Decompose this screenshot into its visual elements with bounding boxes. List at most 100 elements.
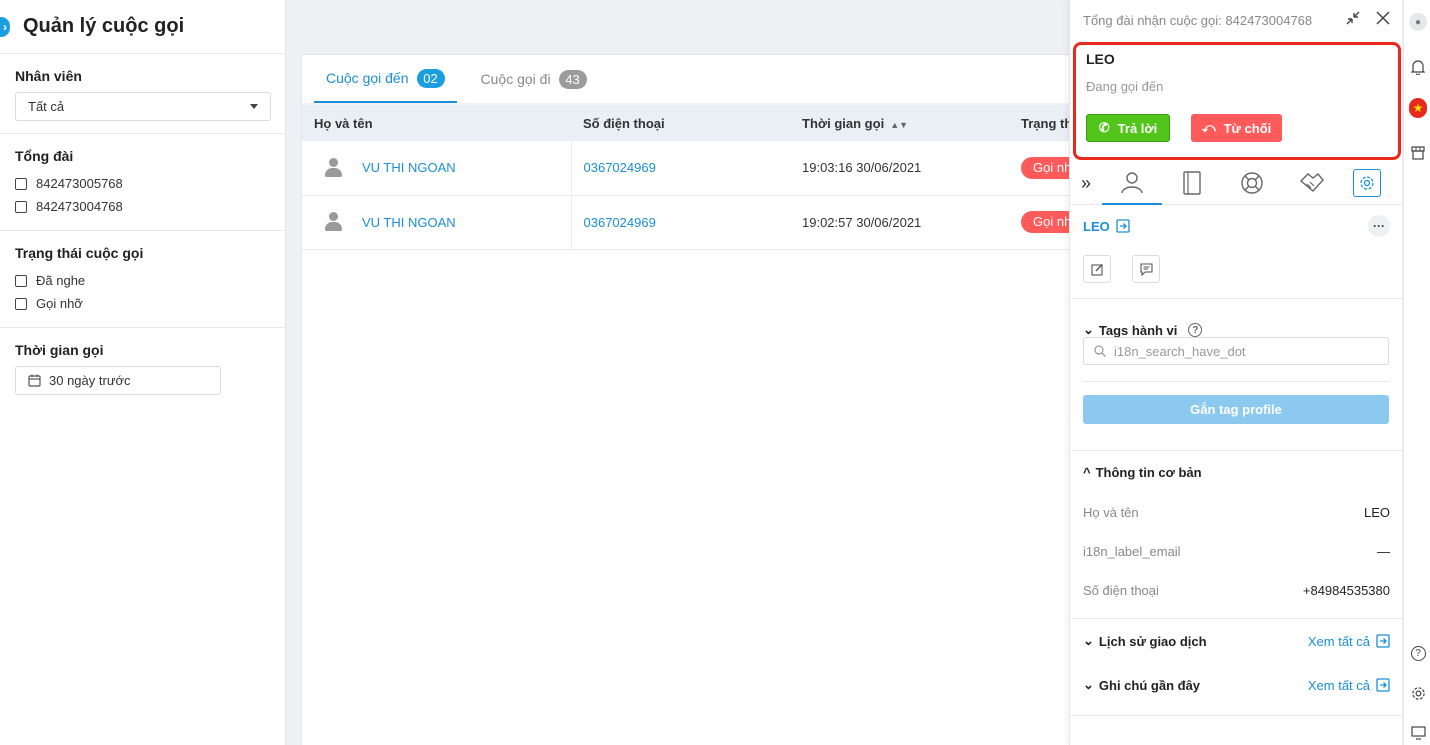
help-icon[interactable]: ? — [1188, 323, 1203, 337]
switchboard-header: Tổng đài nhận cuộc gọi: 842473004768 — [1083, 12, 1313, 28]
support-tab-icon[interactable] — [1222, 162, 1282, 205]
expand-icon[interactable]: » — [1070, 162, 1102, 205]
caret-down-icon — [250, 104, 258, 109]
column-header-sortable[interactable]: Thời gian gọi ▲▼ — [790, 105, 1009, 141]
info-key: Họ và tên — [1083, 505, 1139, 520]
checkbox[interactable] — [15, 200, 27, 213]
checkbox[interactable] — [15, 274, 27, 287]
more-options-icon[interactable]: ··· — [1368, 215, 1390, 237]
chevron-down-icon: ⌄ — [1083, 633, 1094, 648]
notes-title: Ghi chú gần đây — [1098, 677, 1201, 693]
call-tabs: Cuộc gọi đến 02 Cuộc gọi đi 43 — [302, 55, 1100, 103]
profile-tab-icon[interactable] — [1102, 162, 1162, 205]
history-toggle[interactable]: ⌄ Lịch sử giao dịch — [1083, 633, 1207, 649]
checkbox[interactable] — [15, 177, 27, 190]
column-header: Họ và tên — [302, 105, 571, 141]
avatar-icon — [324, 157, 342, 178]
status-option-label: Đã nghe — [36, 273, 86, 288]
bell-icon[interactable] — [1409, 58, 1427, 76]
employee-select[interactable]: Tất cả — [15, 92, 271, 121]
checkbox[interactable] — [15, 297, 27, 310]
info-row: Số điện thoại +84984535380 — [1070, 571, 1403, 610]
comment-icon[interactable] — [1132, 255, 1160, 283]
call-panel: Tổng đài nhận cuộc gọi: 842473004768 LEO… — [1069, 0, 1403, 745]
profile-name-link[interactable]: LEO — [1083, 219, 1110, 234]
store-icon[interactable] — [1409, 144, 1427, 162]
view-all-label: Xem tất cả — [1307, 633, 1370, 649]
status-option[interactable]: Gọi nhỡ — [15, 292, 271, 315]
switchboard-option[interactable]: 842473004768 — [15, 195, 271, 218]
settings-gear-icon[interactable] — [1409, 684, 1427, 702]
notebook-tab-icon[interactable] — [1162, 162, 1222, 205]
table-header-row: Họ và tên Số điện thoại Thời gian gọi ▲▼ … — [302, 105, 1102, 141]
call-status-filter: Trạng thái cuộc gọi Đã nghe Gọi nhỡ — [0, 231, 285, 328]
call-time-filter: Thời gian gọi 30 ngày trước — [0, 328, 285, 407]
call-panel-header: Tổng đài nhận cuộc gọi: 842473004768 — [1070, 0, 1402, 40]
tab-label: Cuộc gọi đi — [480, 71, 551, 87]
reject-button[interactable]: ⤺ Từ chối — [1191, 114, 1282, 142]
sort-icon[interactable]: ▲▼ — [890, 120, 908, 130]
settings-tab[interactable] — [1342, 162, 1392, 205]
phone-link[interactable]: 0367024969 — [584, 160, 656, 175]
notes-view-all-link[interactable]: Xem tất cả — [1308, 678, 1390, 693]
history-title: Lịch sử giao dịch — [1098, 633, 1207, 649]
count-badge: 02 — [416, 68, 445, 88]
reject-label: Từ chối — [1223, 120, 1272, 136]
phone-cell: 0367024969 — [571, 141, 790, 196]
gear-icon[interactable] — [1353, 169, 1381, 197]
monitor-icon[interactable] — [1409, 724, 1427, 742]
tab-label: Cuộc gọi đến — [326, 70, 409, 86]
page-title: Quản lý cuộc gọi — [23, 15, 185, 37]
info-value: LEO — [1363, 505, 1390, 520]
profile-section: LEO ··· ⌄ Tags hành vi ? i18n_search_hav… — [1070, 206, 1403, 716]
tab-incoming-calls[interactable]: Cuộc gọi đến 02 — [314, 55, 457, 103]
answer-button[interactable]: ✆ Trả lời — [1086, 114, 1170, 142]
tag-search-input[interactable]: i18n_search_have_dot — [1083, 337, 1389, 365]
table-row[interactable]: VU THI NGOAN 0367024969 19:02:57 30/06/2… — [302, 195, 1102, 250]
contact-name-link[interactable]: VU THI NGOAN — [362, 215, 456, 230]
tags-section-toggle[interactable]: ⌄ Tags hành vi ? — [1083, 322, 1203, 338]
call-table: Họ và tên Số điện thoại Thời gian gọi ▲▼ … — [302, 105, 1102, 250]
basic-info-title: Thông tin cơ bản — [1095, 464, 1202, 480]
vietnam-flag-icon[interactable]: ★ — [1409, 98, 1427, 118]
tags-title: Tags hành vi — [1098, 322, 1178, 338]
info-row: Họ và tên LEO — [1070, 493, 1403, 532]
date-range-picker[interactable]: 30 ngày trước — [15, 366, 221, 395]
switchboard-option-label: 842473005768 — [36, 176, 123, 191]
info-value: +84984535380 — [1302, 583, 1390, 598]
view-all-label: Xem tất cả — [1307, 677, 1370, 693]
right-icon-rail: ● ★ ? — [1403, 0, 1430, 745]
call-list-panel: Cuộc gọi đến 02 Cuộc gọi đi 43 Họ và tên… — [301, 54, 1102, 745]
answer-label: Trả lời — [1117, 120, 1158, 136]
close-icon[interactable] — [1376, 11, 1390, 30]
status-option[interactable]: Đã nghe — [15, 269, 271, 292]
open-profile-icon[interactable] — [1116, 219, 1130, 233]
call-time-label: Thời gian gọi — [15, 342, 104, 358]
contact-name-link[interactable]: VU THI NGOAN — [362, 160, 456, 175]
switchboard-option[interactable]: 842473005768 — [15, 172, 271, 195]
filter-panel: › Quản lý cuộc gọi Nhân viên Tất cả Tổng… — [0, 0, 286, 745]
basic-info-toggle[interactable]: ^ Thông tin cơ bản — [1083, 465, 1202, 480]
panel-toolbar: » — [1070, 162, 1403, 205]
notes-toggle[interactable]: ⌄ Ghi chú gần đây — [1083, 677, 1200, 693]
info-key: Số điện thoại — [1083, 583, 1159, 598]
info-value: — — [1377, 544, 1390, 559]
chevron-up-icon: ^ — [1083, 464, 1091, 480]
attach-tag-button[interactable]: Gắn tag profile — [1083, 395, 1389, 424]
deal-tab-icon[interactable] — [1282, 162, 1342, 205]
column-header: Số điện thoại — [571, 105, 790, 141]
edit-icon[interactable] — [1083, 255, 1111, 283]
switchboard-filter: Tổng đài 842473005768 842473004768 — [0, 134, 285, 231]
minimize-icon[interactable] — [1346, 11, 1360, 30]
time-cell: 19:02:57 30/06/2021 — [790, 195, 1009, 250]
page-title-bar: › Quản lý cuộc gọi — [0, 0, 285, 54]
table-row[interactable]: VU THI NGOAN 0367024969 19:03:16 30/06/2… — [302, 141, 1102, 196]
phone-link[interactable]: 0367024969 — [584, 215, 656, 230]
tab-outgoing-calls[interactable]: Cuộc gọi đi 43 — [469, 55, 599, 103]
user-avatar-icon[interactable]: ● — [1409, 13, 1427, 31]
history-view-all-link[interactable]: Xem tất cả — [1308, 634, 1390, 649]
help-circle-icon[interactable]: ? — [1409, 644, 1427, 662]
sidebar-toggle-icon[interactable]: › — [0, 17, 10, 37]
avatar-icon — [324, 212, 342, 232]
column-header-label: Thời gian gọi — [802, 115, 885, 131]
